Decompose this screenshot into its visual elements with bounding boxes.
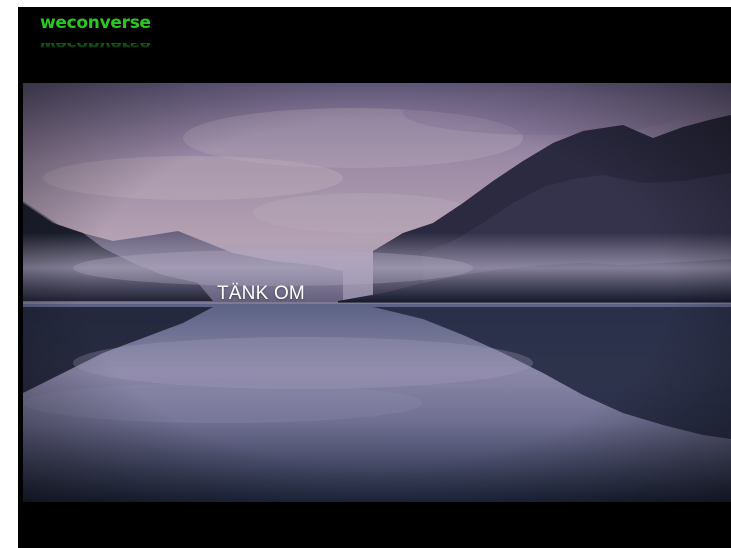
- logo-text: weconverse: [40, 13, 151, 33]
- hero-landscape-image: TÄNK OM: [23, 83, 731, 502]
- logo-reflection: weconverse: [40, 43, 151, 53]
- hero-headline: TÄNK OM: [217, 283, 305, 304]
- weconverse-logo[interactable]: weconverse weconverse: [40, 13, 151, 57]
- presentation-stage: weconverse weconverse TÄNK OM: [18, 7, 731, 548]
- mountain-lake-illustration: [23, 83, 731, 502]
